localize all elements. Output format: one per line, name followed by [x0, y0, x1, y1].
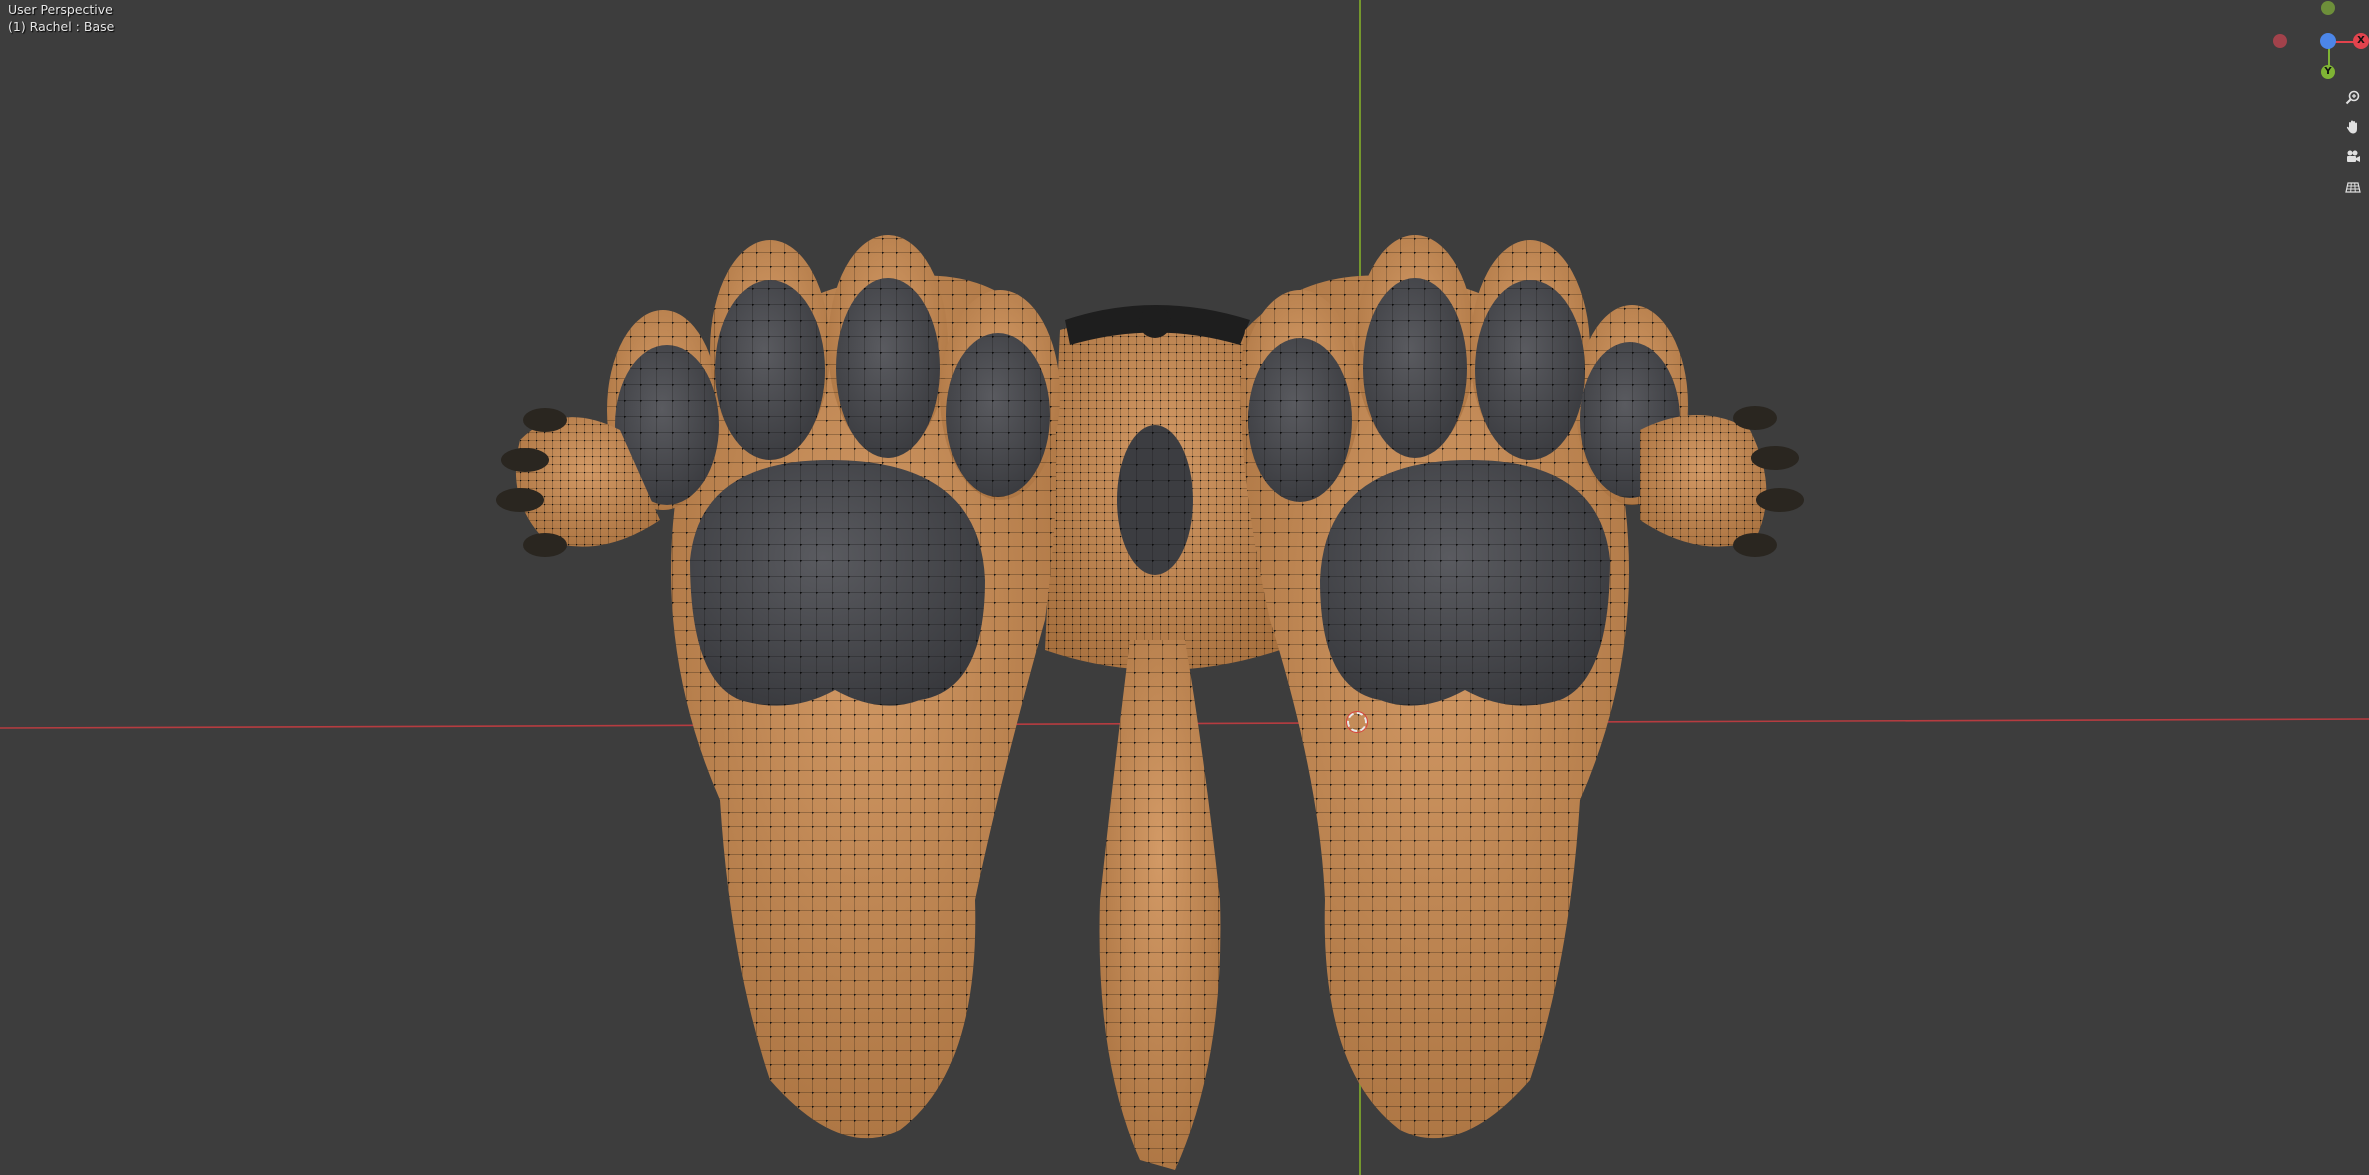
gizmo-x-axis[interactable]: X [2353, 33, 2369, 49]
mesh-right-hand [1640, 406, 1804, 557]
camera-view-button[interactable] [2340, 144, 2366, 170]
gizmo-z-top[interactable] [2321, 1, 2335, 15]
ortho-toggle-button[interactable] [2340, 174, 2366, 200]
mesh-tail [1099, 640, 1221, 1170]
3d-cursor[interactable] [1346, 711, 1368, 733]
zoom-icon [2345, 90, 2360, 105]
gizmo-z-center[interactable] [2320, 33, 2336, 49]
camera-icon [2347, 150, 2360, 162]
mesh-right-foot [1240, 235, 1688, 1139]
3d-viewport[interactable]: User Perspective (1) Rachel : Base X Y [0, 0, 2369, 1175]
hand-pan-icon [2346, 120, 2357, 134]
pan-button[interactable] [2340, 114, 2366, 140]
zoom-button[interactable] [2340, 84, 2366, 110]
mesh-viewport-scene[interactable] [0, 0, 2369, 1175]
gizmo-neg-x[interactable] [2273, 34, 2287, 48]
gizmo-y-axis[interactable]: Y [2321, 65, 2335, 79]
ortho-grid-icon [2345, 182, 2361, 193]
mesh-left-foot [607, 235, 1060, 1139]
navigation-gizmo[interactable]: X Y [2270, 0, 2369, 90]
